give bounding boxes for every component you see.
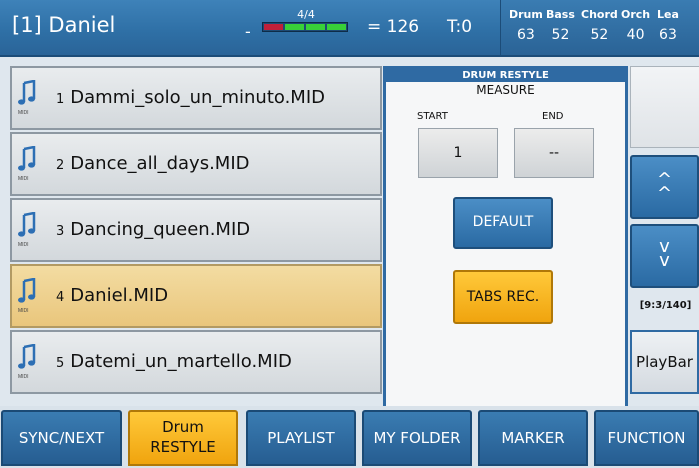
mixer-drum: Drum 63 bbox=[509, 8, 543, 43]
mixer-chord: Chord 52 bbox=[581, 8, 618, 43]
chevron-up-icon: ^ bbox=[656, 183, 673, 204]
tab-sync-next[interactable]: SYNC/NEXT bbox=[1, 410, 122, 466]
midi-note-icon: MIDI bbox=[18, 80, 36, 116]
side-empty-slot bbox=[630, 66, 699, 148]
svg-text:MIDI: MIDI bbox=[18, 176, 29, 182]
tab-playlist[interactable]: PLAYLIST bbox=[246, 410, 356, 466]
svg-text:MIDI: MIDI bbox=[18, 308, 29, 314]
scroll-up-button[interactable]: ^ ^ bbox=[630, 155, 699, 219]
end-label: END bbox=[542, 111, 564, 122]
svg-text:MIDI: MIDI bbox=[18, 374, 29, 380]
scroll-down-button[interactable]: v v bbox=[630, 224, 699, 288]
file-row[interactable]: MIDI 5 Datemi_un_martello.MID bbox=[10, 330, 382, 394]
svg-text:MIDI: MIDI bbox=[18, 110, 29, 116]
panel-title: DRUM RESTYLE bbox=[386, 69, 625, 82]
tab-drum-restyle[interactable]: Drum RESTYLE bbox=[128, 410, 238, 466]
tempo-indicator: - bbox=[245, 22, 251, 41]
mixer-lead: Lea 63 bbox=[657, 8, 679, 43]
time-signature: 4/4 bbox=[297, 8, 315, 21]
beat-4 bbox=[327, 24, 346, 30]
beat-indicator bbox=[262, 22, 348, 32]
measure-label: MEASURE bbox=[476, 83, 535, 97]
midi-note-icon: MIDI bbox=[18, 146, 36, 182]
file-row-label: 3 Dancing_queen.MID bbox=[56, 219, 251, 240]
mixer-orch: Orch 40 bbox=[621, 8, 651, 43]
song-title: [1] Daniel bbox=[12, 13, 116, 37]
midi-note-icon: MIDI bbox=[18, 278, 36, 314]
tab-my-folder[interactable]: MY FOLDER bbox=[362, 410, 472, 466]
svg-text:MIDI: MIDI bbox=[18, 242, 29, 248]
file-row-label: 5 Datemi_un_martello.MID bbox=[56, 351, 292, 372]
file-row[interactable]: MIDI 2 Dance_all_days.MID bbox=[10, 132, 382, 196]
beat-2 bbox=[285, 24, 304, 30]
chevron-down-icon: v bbox=[659, 250, 670, 271]
tab-marker[interactable]: MARKER bbox=[478, 410, 588, 466]
position-counter: [9:3/140] bbox=[639, 300, 692, 311]
end-measure-field[interactable]: -- bbox=[514, 128, 594, 178]
file-row[interactable]: MIDI 1 Dammi_solo_un_minuto.MID bbox=[10, 66, 382, 130]
start-label: START bbox=[417, 111, 448, 122]
file-row-label: 4 Daniel.MID bbox=[56, 285, 169, 306]
file-row-label: 2 Dance_all_days.MID bbox=[56, 153, 250, 174]
mixer-levels: Drum 63 Bass 52 Chord 52 Orch 40 Lea 63 bbox=[500, 0, 699, 55]
beat-1 bbox=[264, 24, 283, 30]
status-bar: [1] Daniel - 4/4 = 126 T:0 Drum 63 Bass … bbox=[0, 0, 699, 57]
drum-restyle-panel: DRUM RESTYLE MEASURE START END 1 -- DEFA… bbox=[383, 66, 628, 426]
file-row-label: 1 Dammi_solo_un_minuto.MID bbox=[56, 87, 325, 108]
file-row[interactable]: MIDI 3 Dancing_queen.MID bbox=[10, 198, 382, 262]
default-button[interactable]: DEFAULT bbox=[453, 197, 553, 249]
tab-function[interactable]: FUNCTION bbox=[594, 410, 699, 466]
start-measure-field[interactable]: 1 bbox=[418, 128, 498, 178]
midi-note-icon: MIDI bbox=[18, 212, 36, 248]
tempo-bpm: = 126 bbox=[367, 17, 420, 37]
transpose-value: T:0 bbox=[447, 17, 473, 37]
playbar-button[interactable]: PlayBar bbox=[630, 330, 699, 394]
file-row-selected[interactable]: MIDI 4 Daniel.MID bbox=[10, 264, 382, 328]
tabs-rec-button[interactable]: TABS REC. bbox=[453, 270, 553, 324]
bottom-tab-bar: SYNC/NEXT Drum RESTYLE PLAYLIST MY FOLDE… bbox=[0, 406, 699, 468]
beat-3 bbox=[306, 24, 325, 30]
mixer-bass: Bass 52 bbox=[546, 8, 575, 43]
midi-note-icon: MIDI bbox=[18, 344, 36, 380]
